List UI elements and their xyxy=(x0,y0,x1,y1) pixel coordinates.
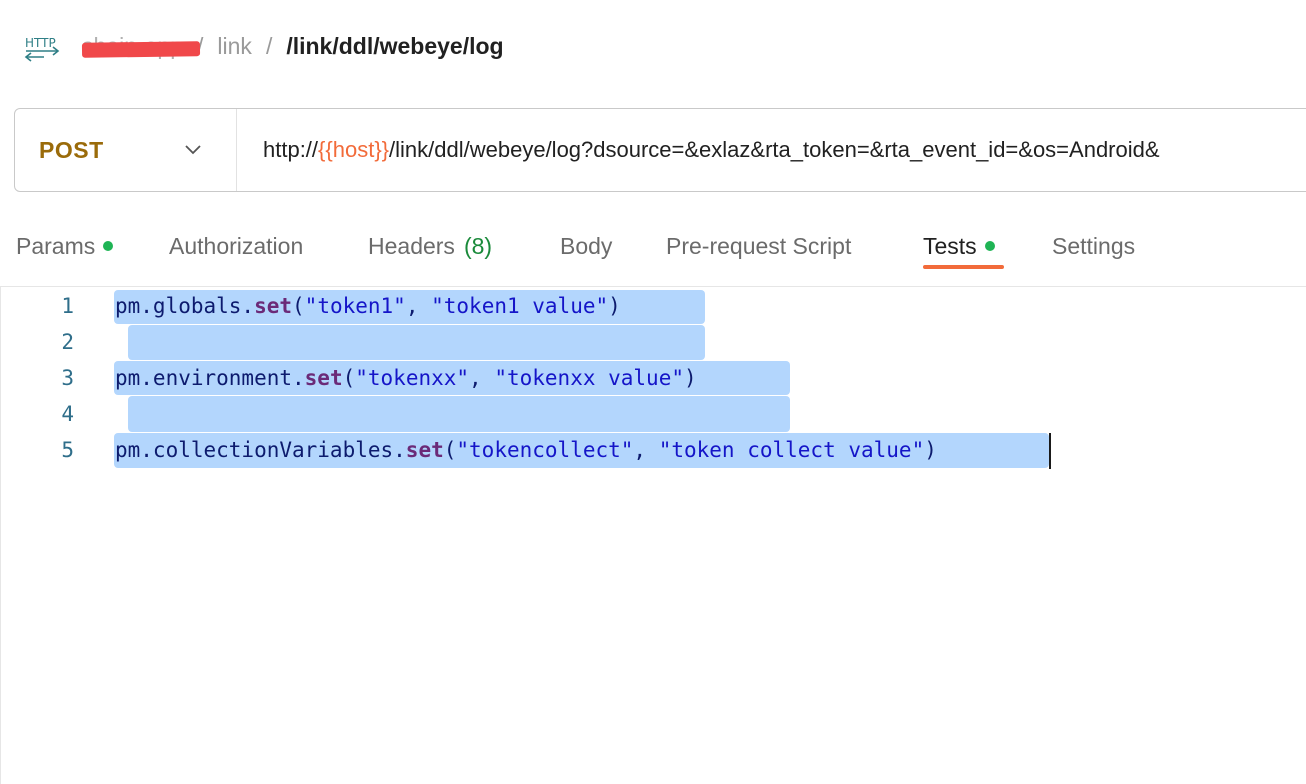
line-number: 5 xyxy=(61,438,74,462)
code-line[interactable]: pm.collectionVariables.set("tokencollect… xyxy=(115,438,937,462)
breadcrumb-request-name[interactable]: /link/ddl/webeye/log xyxy=(286,33,503,60)
code-line[interactable]: pm.environment.set("tokenxx", "tokenxx v… xyxy=(115,366,697,390)
tab-headers[interactable]: Headers (8) xyxy=(368,222,492,270)
chevron-down-icon xyxy=(185,145,201,155)
method-selector[interactable]: POST xyxy=(15,109,237,191)
status-dot xyxy=(984,241,995,251)
active-tab-indicator xyxy=(923,265,1004,269)
tab-pre-request-script[interactable]: Pre-request Script xyxy=(666,222,851,270)
code-line[interactable]: pm.globals.set("token1", "token1 value") xyxy=(115,294,621,318)
text-selection xyxy=(128,396,790,432)
tab-tests[interactable]: Tests xyxy=(923,222,995,270)
tab-params[interactable]: Params xyxy=(16,222,114,270)
method-label: POST xyxy=(39,136,104,163)
tab-settings[interactable]: Settings xyxy=(1052,222,1135,270)
tab-body[interactable]: Body xyxy=(560,222,612,270)
breadcrumb: shein-app / link / /link/ddl/webeye/log xyxy=(81,30,504,62)
line-number: 4 xyxy=(61,402,74,426)
request-url-bar: POST http://{{host}}/link/ddl/webeye/log… xyxy=(14,108,1306,192)
line-number: 2 xyxy=(61,330,74,354)
breadcrumb-separator: / xyxy=(265,32,273,59)
url-input[interactable]: http://{{host}}/link/ddl/webeye/log?dsou… xyxy=(237,137,1160,163)
request-header: HTTP shein-app / link / /link/ddl/webeye… xyxy=(0,0,1306,92)
text-selection xyxy=(128,325,705,360)
headers-count: (8) xyxy=(463,232,493,259)
line-number: 3 xyxy=(61,366,74,390)
svg-text:HTTP: HTTP xyxy=(25,36,56,50)
url-prefix: http:// xyxy=(263,137,319,162)
redaction-mark xyxy=(81,40,201,58)
request-tabs: Params Authorization Headers (8) Body Pre… xyxy=(0,212,1306,286)
text-cursor xyxy=(1049,433,1051,469)
breadcrumb-folder[interactable]: link xyxy=(217,33,252,60)
line-number: 1 xyxy=(61,294,74,318)
http-request-icon: HTTP xyxy=(24,36,60,62)
status-dot xyxy=(103,241,114,251)
url-variable[interactable]: {{host}} xyxy=(318,137,389,162)
url-path: /link/ddl/webeye/log?dsource=&exlaz&rta_… xyxy=(389,137,1160,162)
breadcrumb-collection[interactable]: shein-app xyxy=(81,33,201,60)
tab-authorization[interactable]: Authorization xyxy=(169,222,303,270)
